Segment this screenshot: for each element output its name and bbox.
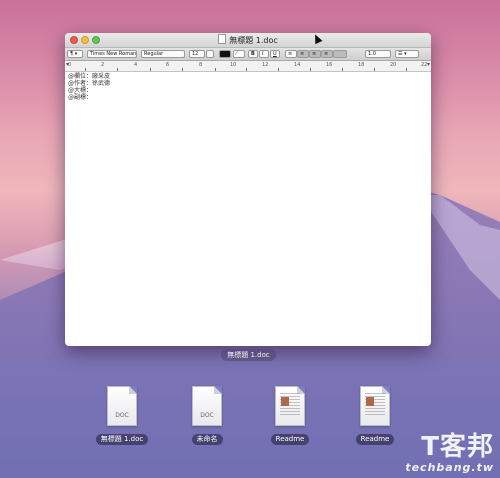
align-center-button[interactable]: ≡ [297, 50, 309, 58]
document-line: @作者：徐武德 [68, 80, 111, 87]
techbang-watermark: T客邦 techbang.tw [405, 433, 494, 474]
paragraph-style-popup[interactable]: ¶ ▾ [67, 50, 83, 58]
textedit-window[interactable]: 無標題 1.doc ¶ ▾ Times New Roman Regular 12… [65, 33, 431, 346]
italic-button[interactable]: I [259, 50, 269, 58]
window-titlebar[interactable]: 無標題 1.doc [65, 33, 431, 48]
right-margin-marker[interactable]: ▾ [427, 61, 430, 68]
rtfd-file-icon [275, 386, 305, 426]
align-right-button[interactable]: ≡ [309, 50, 321, 58]
ruler-number: 2 [101, 62, 105, 68]
align-extra-button[interactable] [333, 50, 347, 58]
ruler-number: 20 [390, 62, 397, 68]
document-body[interactable]: @欄位：廠采皮 @作者：徐武德 @大標： @副標： [65, 72, 431, 102]
ruler-number: 6 [166, 62, 170, 68]
window-label: 無標題 1.doc [221, 349, 276, 361]
list-style-popup[interactable]: ☰ ▾ [395, 50, 419, 58]
document-line: @欄位：廠采皮 [68, 73, 111, 80]
ruler-number: 10 [230, 62, 237, 68]
desktop-file-readme-2[interactable]: Readme [345, 386, 405, 445]
text-color-well[interactable] [219, 50, 231, 58]
desktop-file-doc-2[interactable]: DOC 未命名 [177, 386, 237, 445]
align-left-button[interactable]: ≡ [285, 50, 297, 58]
underline-button[interactable]: U [270, 50, 280, 58]
font-size-field[interactable]: 12 [189, 50, 205, 58]
watermark-logo: T客邦 [421, 432, 494, 462]
ruler-number: 16 [326, 62, 333, 68]
ruler-number: 14 [294, 62, 301, 68]
desktop-file-doc-1[interactable]: DOC 無標題 1.doc [92, 386, 152, 445]
ruler-number: 18 [358, 62, 365, 68]
bold-button[interactable]: B [248, 50, 258, 58]
file-label: 無標題 1.doc [95, 434, 149, 445]
highlight-color-well[interactable]: ⁄ [233, 50, 245, 58]
file-label: 未命名 [191, 434, 223, 445]
font-size-arrow[interactable] [206, 50, 214, 58]
desktop-file-readme-1[interactable]: Readme [260, 386, 320, 445]
rtfd-file-icon [360, 386, 390, 426]
document-line: @副標： [68, 94, 93, 101]
file-label: Readme [355, 434, 395, 445]
document-icon [218, 34, 227, 44]
file-label: Readme [270, 434, 310, 445]
document-line: @大標： [68, 87, 93, 94]
window-title: 無標題 1.doc [65, 34, 431, 47]
format-toolbar: ¶ ▾ Times New Roman Regular 12 ⁄ B I U ≡… [65, 48, 431, 61]
watermark-url: techbang.tw [405, 461, 494, 474]
ruler-number: 12 [262, 62, 269, 68]
ruler[interactable]: ▾ 0 2 4 6 8 10 12 14 16 18 20 22 ▾ [65, 61, 431, 72]
doc-file-icon: DOC [192, 386, 222, 426]
doc-file-icon: DOC [107, 386, 137, 426]
ruler-number: 4 [134, 62, 138, 68]
line-spacing-popup[interactable]: 1.0 [365, 50, 391, 58]
font-family-popup[interactable]: Times New Roman [87, 50, 137, 58]
align-justify-button[interactable]: ≡ [321, 50, 333, 58]
font-style-popup[interactable]: Regular [141, 50, 185, 58]
ruler-number: 0 [68, 62, 72, 68]
ruler-number: 8 [199, 62, 203, 68]
